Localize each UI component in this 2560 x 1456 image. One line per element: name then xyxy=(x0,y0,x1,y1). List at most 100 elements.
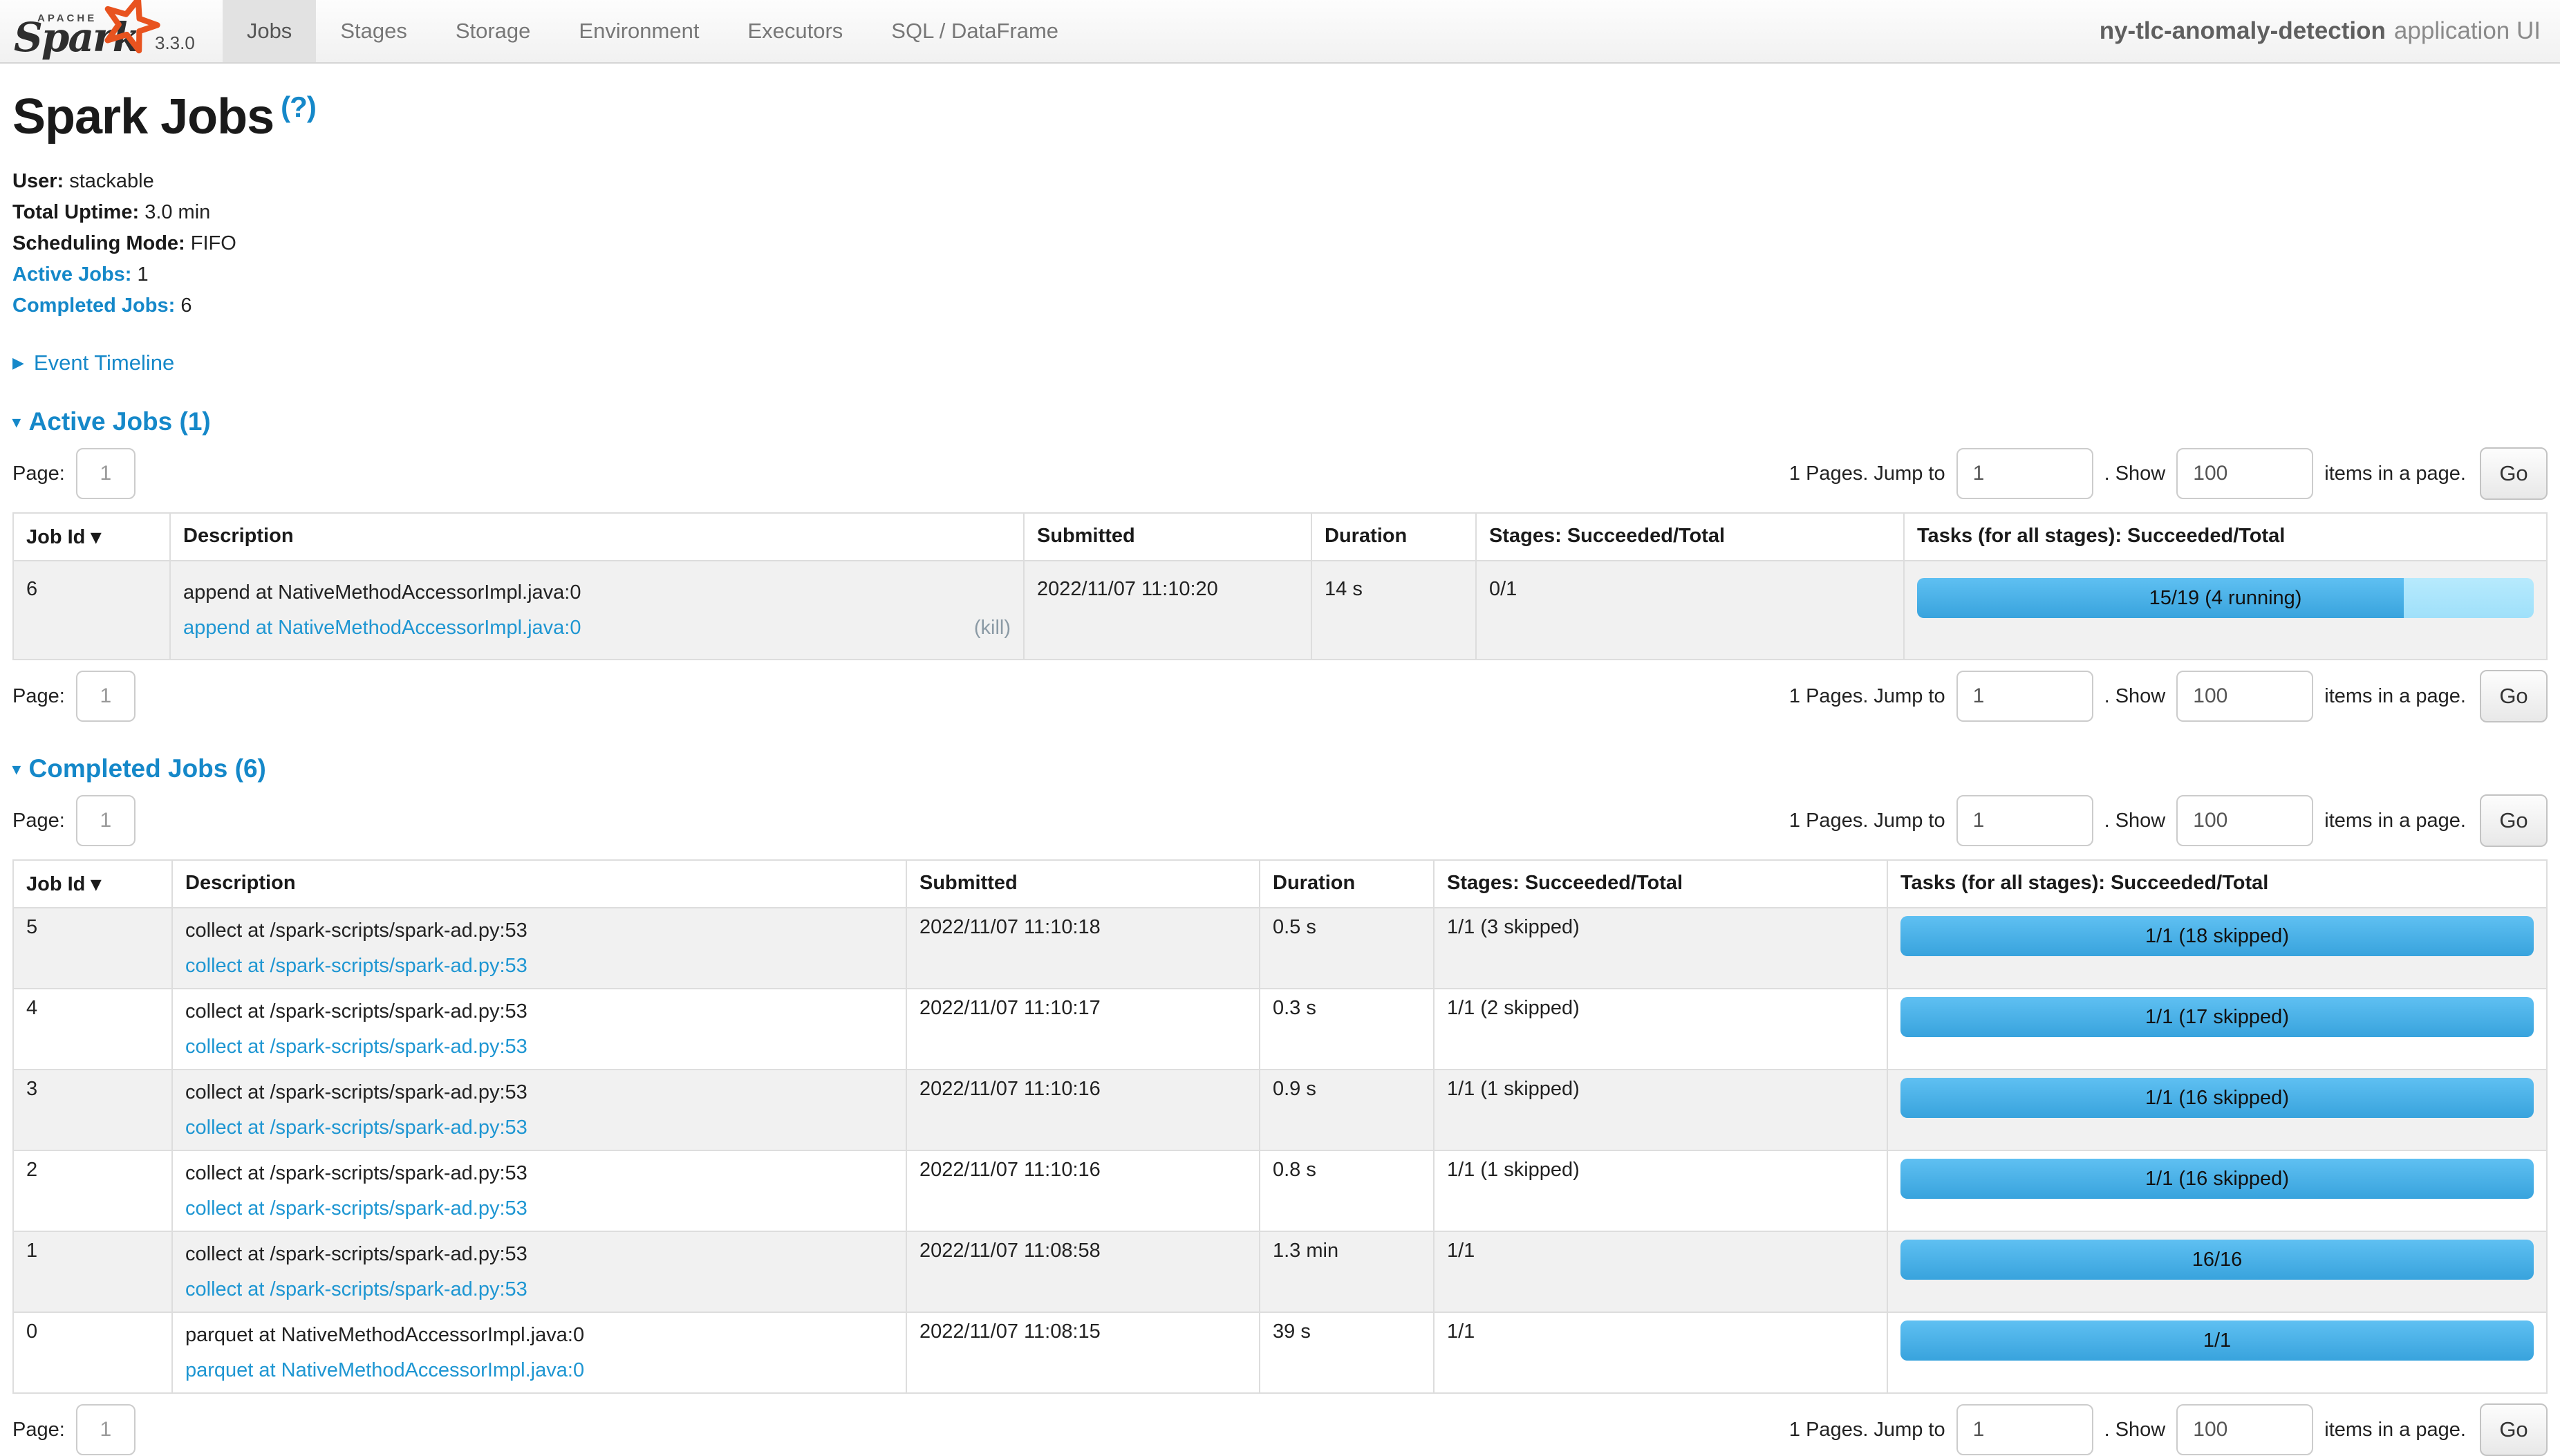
col-tasks: Tasks (for all stages): Succeeded/Total xyxy=(1887,860,2547,908)
items-text: items in a page. xyxy=(2324,685,2466,708)
task-progress-bar: 1/1 (16 skipped) xyxy=(1900,1078,2534,1118)
completed-pagination-bottom: Page: 1 Pages. Jump to . Show items in a… xyxy=(12,1403,2548,1456)
job-summary: User: stackable Total Uptime: 3.0 min Sc… xyxy=(12,166,2548,321)
event-timeline-toggle[interactable]: ▶Event Timeline xyxy=(12,351,2548,375)
collapse-right-icon: ▶ xyxy=(12,354,24,371)
description-cell: append at NativeMethodAccessorImpl.java:… xyxy=(170,561,1024,660)
tab-stages[interactable]: Stages xyxy=(316,0,431,62)
active-jobs-link[interactable]: Active Jobs: xyxy=(12,263,131,286)
job-id-cell: 2 xyxy=(13,1150,172,1231)
progress-label: 1/1 (16 skipped) xyxy=(1900,1078,2534,1118)
completed-table-header-row: Job Id ▾ Description Submitted Duration … xyxy=(13,860,2547,908)
tab-environment[interactable]: Environment xyxy=(554,0,723,62)
completed-pagination-top: Page: 1 Pages. Jump to . Show items in a… xyxy=(12,794,2548,847)
job-detail-link[interactable]: collect at /spark-scripts/spark-ad.py:53 xyxy=(185,1113,527,1142)
tab-jobs[interactable]: Jobs xyxy=(223,0,316,62)
active-jobs-table: Job Id ▾ Description Submitted Duration … xyxy=(12,512,2548,660)
task-progress-bar: 1/1 (17 skipped) xyxy=(1900,997,2534,1037)
collapse-down-icon: ▾ xyxy=(12,760,21,778)
go-button[interactable]: Go xyxy=(2480,447,2548,500)
spark-star-icon xyxy=(98,0,162,62)
page-number-input[interactable] xyxy=(76,1404,136,1455)
col-job-id[interactable]: Job Id ▾ xyxy=(13,860,172,908)
submitted-cell: 2022/11/07 11:10:18 xyxy=(906,908,1260,989)
stages-cell: 0/1 xyxy=(1476,561,1904,660)
top-navbar: APACHE Spark 3.3.0 Jobs Stages Storage E… xyxy=(0,0,2560,64)
items-per-page-input[interactable] xyxy=(2176,448,2313,499)
duration-cell: 0.5 s xyxy=(1260,908,1434,989)
page-number-input[interactable] xyxy=(76,795,136,846)
summary-active-jobs: Active Jobs: 1 xyxy=(12,259,2548,290)
page-number-input[interactable] xyxy=(76,448,136,499)
job-detail-link[interactable]: collect at /spark-scripts/spark-ad.py:53 xyxy=(185,1032,527,1061)
duration-cell: 39 s xyxy=(1260,1312,1434,1393)
help-link[interactable]: (?) xyxy=(281,91,316,123)
active-jobs-header[interactable]: ▾Active Jobs (1) xyxy=(12,407,2548,436)
collapse-down-icon: ▾ xyxy=(12,413,21,431)
task-progress-bar: 15/19 (4 running) xyxy=(1917,578,2534,618)
tab-executors[interactable]: Executors xyxy=(723,0,867,62)
application-suffix: application UI xyxy=(2394,17,2541,45)
tab-sql-dataframe[interactable]: SQL / DataFrame xyxy=(867,0,1083,62)
application-name: ny-tlc-anomaly-detection xyxy=(2100,17,2386,45)
pages-text: 1 Pages. Jump to xyxy=(1789,463,1945,485)
jump-to-page-input[interactable] xyxy=(1956,1404,2093,1455)
stages-cell: 1/1 (3 skipped) xyxy=(1434,908,1887,989)
stages-cell: 1/1 (2 skipped) xyxy=(1434,989,1887,1070)
jump-to-page-input[interactable] xyxy=(1956,795,2093,846)
col-job-id[interactable]: Job Id ▾ xyxy=(13,513,170,561)
job-detail-link[interactable]: parquet at NativeMethodAccessorImpl.java… xyxy=(185,1356,584,1385)
active-pagination-bottom: Page: 1 Pages. Jump to . Show items in a… xyxy=(12,670,2548,722)
table-row: 1 collect at /spark-scripts/spark-ad.py:… xyxy=(13,1231,2547,1312)
col-duration: Duration xyxy=(1311,513,1476,561)
kill-link[interactable]: (kill) xyxy=(974,613,1011,642)
completed-jobs-header[interactable]: ▾Completed Jobs (6) xyxy=(12,754,2548,783)
description-cell: parquet at NativeMethodAccessorImpl.java… xyxy=(172,1312,906,1393)
job-detail-link[interactable]: collect at /spark-scripts/spark-ad.py:53 xyxy=(185,1275,527,1304)
items-per-page-input[interactable] xyxy=(2176,795,2313,846)
job-detail-link[interactable]: collect at /spark-scripts/spark-ad.py:53 xyxy=(185,1194,527,1223)
description-cell: collect at /spark-scripts/spark-ad.py:53… xyxy=(172,908,906,989)
progress-label: 1/1 (17 skipped) xyxy=(1900,997,2534,1037)
stages-cell: 1/1 (1 skipped) xyxy=(1434,1070,1887,1150)
go-button[interactable]: Go xyxy=(2480,1403,2548,1456)
col-tasks: Tasks (for all stages): Succeeded/Total xyxy=(1904,513,2547,561)
description-cell: collect at /spark-scripts/spark-ad.py:53… xyxy=(172,1070,906,1150)
progress-label: 1/1 (16 skipped) xyxy=(1900,1159,2534,1199)
page-title: Spark Jobs(?) xyxy=(12,88,2548,145)
page-number-input[interactable] xyxy=(76,671,136,722)
pages-text: 1 Pages. Jump to xyxy=(1789,685,1945,708)
jump-to-page-input[interactable] xyxy=(1956,448,2093,499)
items-per-page-input[interactable] xyxy=(2176,671,2313,722)
page-label: Page: xyxy=(12,685,65,708)
stages-cell: 1/1 xyxy=(1434,1231,1887,1312)
duration-cell: 0.8 s xyxy=(1260,1150,1434,1231)
tab-storage[interactable]: Storage xyxy=(431,0,555,62)
items-text: items in a page. xyxy=(2324,810,2466,832)
tasks-cell: 1/1 (16 skipped) xyxy=(1887,1070,2547,1150)
submitted-cell: 2022/11/07 11:08:15 xyxy=(906,1312,1260,1393)
job-detail-link[interactable]: collect at /spark-scripts/spark-ad.py:53 xyxy=(185,951,527,980)
table-row: 4 collect at /spark-scripts/spark-ad.py:… xyxy=(13,989,2547,1070)
summary-uptime: Total Uptime: 3.0 min xyxy=(12,197,2548,228)
col-description: Description xyxy=(172,860,906,908)
submitted-cell: 2022/11/07 11:10:16 xyxy=(906,1070,1260,1150)
table-row: 0 parquet at NativeMethodAccessorImpl.ja… xyxy=(13,1312,2547,1393)
tasks-cell: 1/1 (16 skipped) xyxy=(1887,1150,2547,1231)
description-cell: collect at /spark-scripts/spark-ad.py:53… xyxy=(172,1150,906,1231)
job-id-cell: 6 xyxy=(13,561,170,660)
tasks-cell: 1/1 xyxy=(1887,1312,2547,1393)
description-cell: collect at /spark-scripts/spark-ad.py:53… xyxy=(172,1231,906,1312)
show-text: . Show xyxy=(2104,810,2166,832)
table-row: 6 append at NativeMethodAccessorImpl.jav… xyxy=(13,561,2547,660)
jump-to-page-input[interactable] xyxy=(1956,671,2093,722)
completed-jobs-table: Job Id ▾ Description Submitted Duration … xyxy=(12,859,2548,1394)
go-button[interactable]: Go xyxy=(2480,670,2548,722)
duration-cell: 0.3 s xyxy=(1260,989,1434,1070)
col-submitted: Submitted xyxy=(1024,513,1311,561)
items-per-page-input[interactable] xyxy=(2176,1404,2313,1455)
go-button[interactable]: Go xyxy=(2480,794,2548,847)
job-detail-link[interactable]: append at NativeMethodAccessorImpl.java:… xyxy=(183,613,581,642)
pages-text: 1 Pages. Jump to xyxy=(1789,1419,1945,1441)
completed-jobs-link[interactable]: Completed Jobs: xyxy=(12,295,175,317)
